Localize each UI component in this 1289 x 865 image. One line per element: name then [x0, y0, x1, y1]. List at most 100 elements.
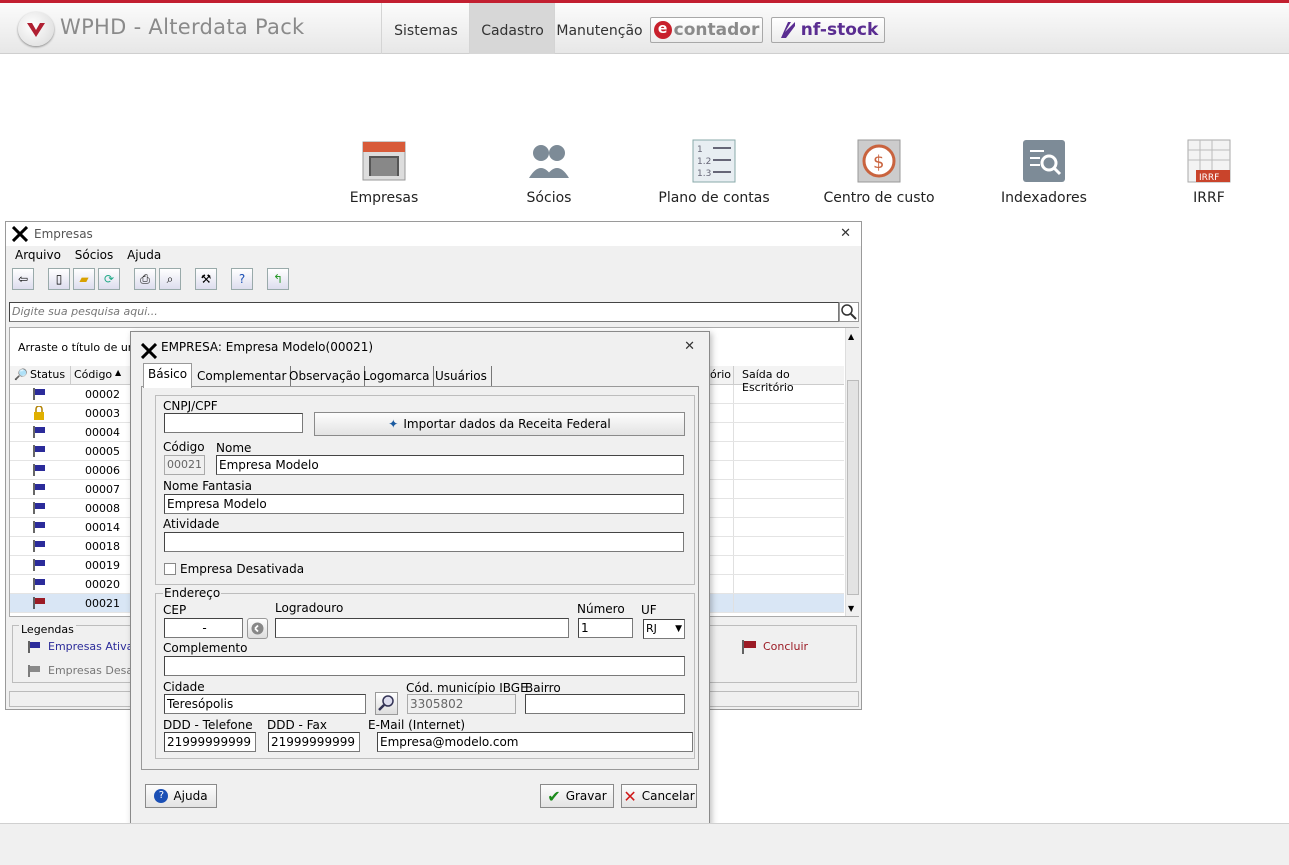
lock-icon	[32, 405, 46, 423]
menu-cadastro[interactable]: Cadastro	[469, 3, 555, 54]
nome-input[interactable]: Empresa Modelo	[216, 455, 684, 475]
col-codigo[interactable]: Código	[74, 368, 112, 381]
window-app-icon	[11, 225, 29, 243]
tab-logomarca[interactable]: Logomarca	[359, 366, 435, 387]
tab-complementar[interactable]: Complementar	[193, 366, 292, 387]
ribbon-empresas[interactable]: Empresas	[319, 138, 449, 206]
import-icon: ✦	[388, 417, 399, 431]
ddd-tel-input[interactable]: 21999999999	[164, 732, 256, 752]
logradouro-input[interactable]	[275, 618, 569, 638]
help-icon[interactable]: ?	[231, 268, 253, 290]
gravar-button[interactable]: ✔ Gravar	[540, 784, 614, 808]
cancelar-label: Cancelar	[641, 789, 695, 803]
ribbon-socios[interactable]: Sócios	[484, 138, 614, 206]
empresas-menubar: Arquivo Sócios Ajuda	[15, 248, 161, 262]
dialog-close-icon[interactable]: ✕	[684, 332, 695, 362]
menu-sistemas[interactable]: Sistemas	[381, 3, 470, 54]
tools-icon[interactable]: ⚒	[195, 268, 217, 290]
ribbon-label-empresas: Empresas	[349, 190, 419, 206]
cnpj-input[interactable]	[164, 413, 303, 433]
flag-active-icon	[32, 577, 46, 594]
ribbon-irrf[interactable]: IRRF IRRF	[1144, 138, 1274, 206]
svg-text:1: 1	[697, 145, 703, 155]
tab-usuarios[interactable]: Usuários	[431, 366, 492, 387]
atividade-input[interactable]	[164, 532, 684, 552]
desativada-checkbox[interactable]	[164, 563, 176, 575]
complemento-label: Complemento	[163, 641, 248, 655]
row-codigo: 00004	[85, 426, 120, 439]
ddd-fax-input[interactable]: 21999999999	[268, 732, 360, 752]
nfstock-button[interactable]: nf-stock	[771, 17, 885, 43]
nome-label: Nome	[216, 441, 252, 455]
fantasia-label: Nome Fantasia	[163, 479, 252, 493]
ribbon-label-centro: Centro de custo	[823, 190, 935, 206]
cep-input[interactable]: -	[164, 618, 243, 638]
flag-active-icon	[32, 501, 46, 518]
menu-socios[interactable]: Sócios	[75, 248, 113, 262]
dialog-titlebar: EMPRESA: Empresa Modelo(00021) ✕	[131, 332, 709, 362]
scroll-up-icon[interactable]: ▲	[848, 332, 854, 341]
empresa-dialog: EMPRESA: Empresa Modelo(00021) ✕ Básico …	[130, 331, 710, 825]
help-icon: ?	[154, 789, 169, 803]
scroll-down-icon[interactable]: ▼	[848, 604, 854, 613]
cidade-search-icon[interactable]	[375, 692, 398, 715]
irrf-table-icon: IRRF	[1186, 138, 1232, 184]
desativada-label: Empresa Desativada	[180, 562, 305, 576]
ribbon-label-indexadores: Indexadores	[1001, 190, 1087, 206]
complemento-input[interactable]	[164, 656, 685, 676]
codigo-input: 00021	[164, 455, 205, 475]
cancel-x-icon: ✕	[623, 786, 637, 806]
grid-scrollbar[interactable]: ▲ ▼	[845, 328, 861, 616]
refresh-icon[interactable]: ⟳	[98, 268, 120, 290]
fantasia-input[interactable]: Empresa Modelo	[164, 494, 684, 514]
ribbon-centro-de-custo[interactable]: $ Centro de custo	[814, 138, 944, 206]
tab-observacao[interactable]: Observação	[285, 366, 366, 387]
menu-manutencao[interactable]: Manutenção	[554, 3, 644, 54]
back-arrow-icon[interactable]: ↰	[267, 268, 289, 290]
dialog-app-icon	[140, 340, 158, 360]
col-escritorio[interactable]: ório	[710, 368, 731, 381]
menu-ajuda[interactable]: Ajuda	[127, 248, 161, 262]
tab-basico[interactable]: Básico	[143, 363, 193, 388]
ribbon-plano-de-contas[interactable]: 1 1.2 1.3 Plano de contas	[649, 138, 779, 206]
nfstock-logo-icon	[778, 20, 798, 40]
print-preview-icon[interactable]: ⌕	[159, 268, 181, 290]
svg-text:$: $	[873, 152, 884, 173]
close-icon[interactable]: ✕	[840, 222, 851, 246]
empresas-window-title: Empresas	[34, 227, 93, 241]
flag-disabled-icon	[27, 663, 41, 682]
print-icon[interactable]: ⎙	[134, 268, 156, 290]
menu-arquivo[interactable]: Arquivo	[15, 248, 61, 262]
logradouro-label: Logradouro	[275, 601, 344, 615]
ribbon-label-plano: Plano de contas	[658, 190, 770, 206]
import-receita-button[interactable]: ✦ Importar dados da Receita Federal	[314, 412, 685, 436]
new-document-icon[interactable]: ▯	[48, 268, 70, 290]
bairro-input[interactable]	[525, 694, 685, 714]
exit-icon[interactable]: ⇦	[12, 268, 34, 290]
search-icon[interactable]	[839, 302, 859, 322]
cidade-input[interactable]: Teresópolis	[164, 694, 366, 714]
cancelar-button[interactable]: ✕ Cancelar	[621, 784, 697, 808]
ajuda-button[interactable]: ? Ajuda	[145, 784, 217, 808]
open-folder-icon[interactable]: ▰	[73, 268, 95, 290]
contador-label: contador	[673, 20, 760, 40]
search-input[interactable]: Digite sua pesquisa aqui...	[9, 302, 839, 322]
contador-button[interactable]: e contador	[650, 17, 763, 43]
numbered-list-icon: 1 1.2 1.3	[691, 138, 737, 184]
col-status[interactable]: Status	[30, 368, 65, 381]
row-codigo: 00005	[85, 445, 120, 458]
cep-label: CEP	[163, 603, 187, 617]
legend-concluir: Concluir	[763, 640, 809, 653]
flag-concluida-icon	[32, 596, 46, 613]
legend-ativas: Empresas Ativas	[48, 640, 140, 653]
email-input[interactable]: Empresa@modelo.com	[377, 732, 693, 752]
cep-lookup-icon[interactable]	[247, 618, 268, 639]
scroll-thumb[interactable]	[847, 380, 859, 595]
uf-select[interactable]: RJ ▼	[643, 619, 685, 639]
row-codigo: 00007	[85, 483, 120, 496]
flag-active-icon	[32, 482, 46, 499]
ribbon-indexadores[interactable]: Indexadores	[979, 138, 1109, 206]
numero-input[interactable]: 1	[578, 618, 633, 638]
atividade-label: Atividade	[163, 517, 220, 531]
ribbon-label-irrf: IRRF	[1193, 190, 1225, 206]
